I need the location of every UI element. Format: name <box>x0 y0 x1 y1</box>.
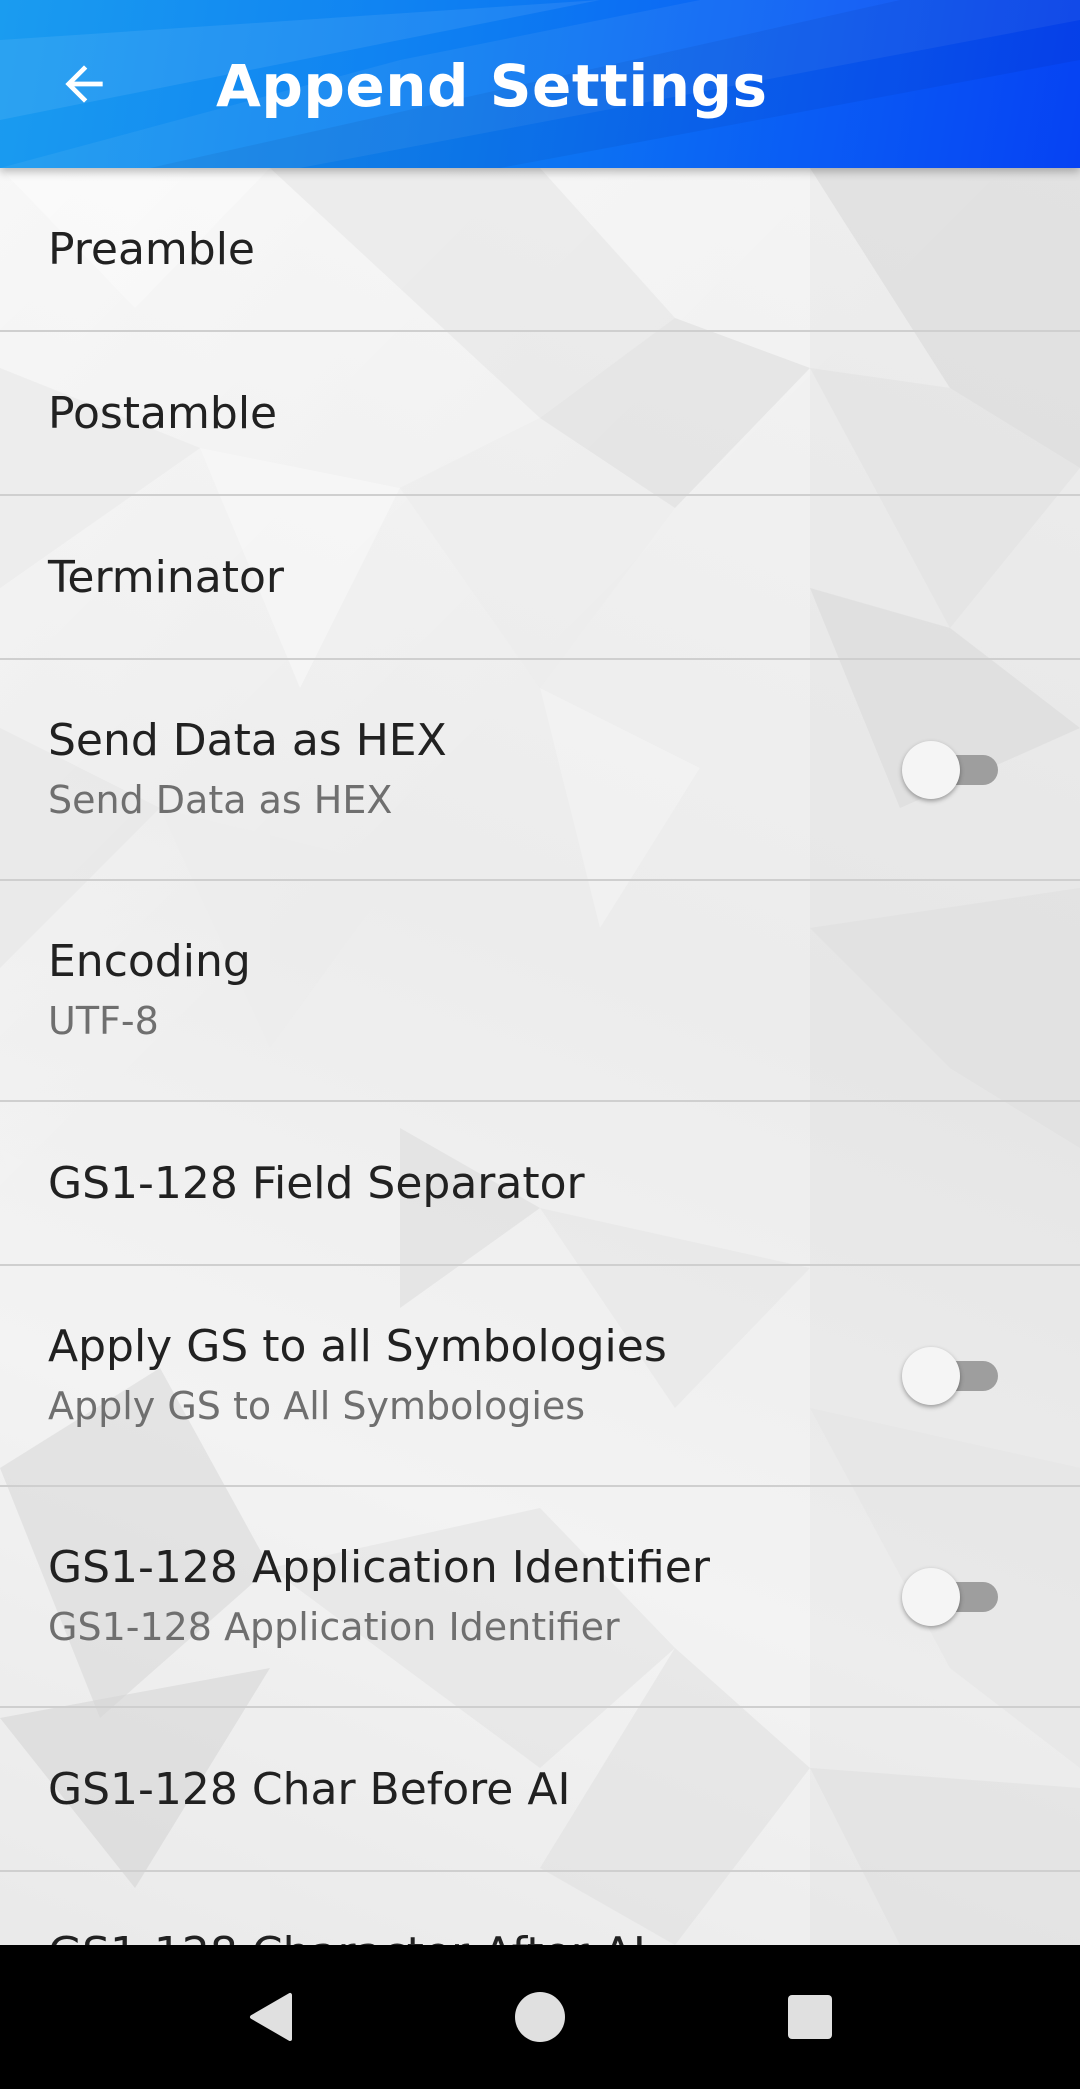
settings-screen: Append Settings Preamble Postamble Termi… <box>0 0 1080 2089</box>
setting-apply-gs-to-all-symbologies[interactable]: Apply GS to all Symbologies Apply GS to … <box>0 1266 1080 1487</box>
setting-summary: Send Data as HEX <box>48 778 393 822</box>
arrow-left-icon <box>65 65 103 103</box>
setting-send-data-as-hex[interactable]: Send Data as HEX Send Data as HEX <box>0 660 1080 881</box>
setting-title: GS1-128 Char Before AI <box>48 1764 571 1815</box>
setting-title: Postamble <box>48 388 278 439</box>
app-bar: Append Settings <box>0 0 1080 168</box>
setting-postamble[interactable]: Postamble <box>0 332 1080 496</box>
circle-home-icon <box>515 1992 565 2042</box>
setting-gs1-128-char-before-ai[interactable]: GS1-128 Char Before AI <box>0 1708 1080 1872</box>
setting-encoding[interactable]: Encoding UTF-8 <box>0 881 1080 1102</box>
system-navigation-bar <box>0 1945 1080 2089</box>
apply-gs-toggle[interactable] <box>900 1343 1000 1407</box>
setting-title: GS1-128 Character After AI <box>48 1926 646 1945</box>
settings-list: Preamble Postamble Terminator Send Data … <box>0 168 1080 1945</box>
nav-home-button[interactable] <box>480 1969 600 2065</box>
toggle-thumb <box>902 741 960 799</box>
square-recents-icon <box>788 1995 832 2039</box>
toggle-thumb <box>902 1347 960 1405</box>
setting-preamble[interactable]: Preamble <box>0 168 1080 332</box>
setting-gs1-128-character-after-ai[interactable]: GS1-128 Character After AI <box>0 1872 1080 1945</box>
setting-title: Encoding <box>48 936 251 987</box>
setting-title: Send Data as HEX <box>48 715 447 766</box>
setting-title: Terminator <box>48 552 284 603</box>
triangle-back-icon <box>250 1993 292 2041</box>
send-data-as-hex-toggle[interactable] <box>900 737 1000 801</box>
setting-summary: GS1-128 Application Identifier <box>48 1605 620 1649</box>
setting-gs1-128-field-separator[interactable]: GS1-128 Field Separator <box>0 1102 1080 1266</box>
nav-recents-button[interactable] <box>750 1969 870 2065</box>
setting-gs1-128-application-identifier[interactable]: GS1-128 Application Identifier GS1-128 A… <box>0 1487 1080 1708</box>
setting-title: Preamble <box>48 224 256 275</box>
setting-summary: Apply GS to All Symbologies <box>48 1384 586 1428</box>
page-title: Append Settings <box>216 52 768 120</box>
setting-summary: UTF-8 <box>48 999 159 1043</box>
toggle-thumb <box>902 1568 960 1626</box>
nav-back-button[interactable] <box>210 1969 330 2065</box>
setting-title: GS1-128 Field Separator <box>48 1158 585 1209</box>
back-button[interactable] <box>40 44 128 124</box>
setting-title: GS1-128 Application Identifier <box>48 1542 710 1593</box>
application-identifier-toggle[interactable] <box>900 1564 1000 1628</box>
setting-title: Apply GS to all Symbologies <box>48 1321 667 1372</box>
setting-terminator[interactable]: Terminator <box>0 496 1080 660</box>
